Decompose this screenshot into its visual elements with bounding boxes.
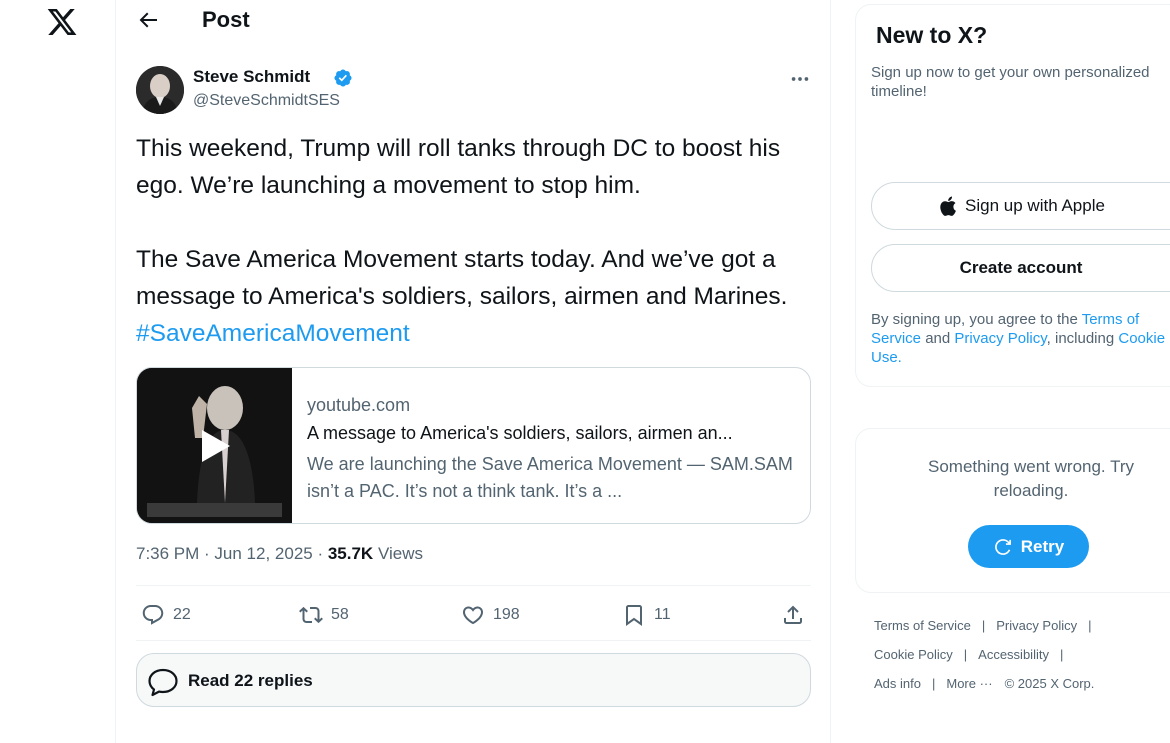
reply-button[interactable]: 22 (141, 600, 191, 630)
author-name[interactable]: Steve Schmidt (193, 67, 310, 87)
footer-row: Terms of Service | Privacy Policy | (874, 618, 1103, 633)
retry-label: Retry (1020, 536, 1065, 556)
footer-privacy-link[interactable]: Privacy Policy (996, 618, 1077, 633)
create-account-button[interactable]: Create account (871, 244, 1170, 292)
like-icon (462, 606, 484, 625)
tweet-actions: 22 58 198 11 (136, 600, 816, 632)
x-logo-icon[interactable] (46, 6, 78, 38)
privacy-link[interactable]: Privacy Policy (954, 330, 1046, 347)
legal-including: , including (1046, 330, 1119, 347)
card-domain: youtube.com (307, 395, 411, 415)
reply-icon (142, 605, 164, 625)
views-count: 35.7K (327, 544, 374, 563)
verified-badge-icon (334, 69, 352, 87)
share-button[interactable] (781, 600, 805, 630)
like-count: 198 (493, 606, 520, 623)
bookmark-count: 11 (654, 606, 671, 623)
read-replies-button[interactable]: Read 22 replies (136, 653, 811, 707)
apple-icon (940, 196, 956, 216)
tweet-meta: 7:36 PM · Jun 12, 2025 · 35.7K Views (136, 544, 423, 564)
footer-cookie-link[interactable]: Cookie Policy (874, 647, 953, 662)
footer-row: Cookie Policy | Accessibility | (874, 647, 1074, 662)
hashtag-link[interactable]: #SaveAmericaMovement (136, 320, 410, 347)
video-thumbnail[interactable] (137, 368, 292, 523)
share-icon (784, 605, 802, 624)
read-replies-label: Read 22 replies (188, 671, 313, 690)
page-title: Post (202, 7, 250, 32)
card-title: A message to America's soldiers, sailors… (307, 423, 733, 443)
signup-subtitle: Sign up now to get your own personalized… (871, 64, 1150, 100)
signup-apple-label: Sign up with Apple (965, 196, 1105, 215)
create-account-label: Create account (959, 258, 1083, 277)
legal-prefix: By signing up, you agree to the (871, 311, 1082, 328)
footer-separator: | (981, 618, 986, 633)
repost-count: 58 (331, 606, 349, 623)
signup-panel: New to X? Sign up now to get your own pe… (855, 4, 1170, 387)
link-preview-card[interactable]: youtube.com A message to America's soldi… (136, 367, 811, 524)
tweet-timestamp[interactable]: 7:36 PM · Jun 12, 2025 · (136, 544, 328, 563)
tweet-text: This weekend, Trump will roll tanks thro… (136, 130, 816, 352)
bookmark-button[interactable]: 11 (622, 600, 671, 630)
footer-row: Ads info | More ··· © 2025 X Corp. (874, 676, 1094, 691)
signup-legal-text: By signing up, you agree to the Terms of… (871, 310, 1170, 367)
reply-count: 22 (173, 606, 191, 623)
retry-icon (994, 538, 1011, 555)
footer-terms-link[interactable]: Terms of Service (874, 618, 971, 633)
footer-separator: | (1088, 618, 1092, 633)
footer-more-link[interactable]: More ··· (946, 676, 992, 691)
post-header: Post (116, 0, 830, 44)
footer-copyright: © 2025 X Corp. (1004, 676, 1095, 691)
play-icon[interactable] (198, 428, 232, 464)
back-arrow-icon[interactable] (136, 8, 160, 32)
divider (136, 640, 811, 641)
signup-apple-button[interactable]: Sign up with Apple (871, 182, 1170, 230)
card-description: We are launching the Save America Moveme… (307, 454, 793, 501)
legal-and: and (921, 330, 955, 347)
author-handle[interactable]: @SteveSchmidtSES (193, 92, 340, 110)
avatar[interactable] (136, 66, 184, 114)
tweet-paragraph-2: The Save America Movement starts today. … (136, 241, 816, 352)
footer-separator: | (931, 676, 936, 691)
bookmark-icon (626, 605, 642, 626)
like-button[interactable]: 198 (461, 600, 520, 630)
signup-title: New to X? (876, 22, 988, 48)
views-label: Views (373, 544, 423, 563)
divider (136, 585, 811, 586)
error-panel: Something went wrong. Try reloading. Ret… (855, 428, 1170, 593)
replies-bubble-icon (148, 668, 178, 697)
more-icon[interactable] (788, 68, 812, 90)
retry-button[interactable]: Retry (968, 525, 1089, 568)
repost-button[interactable]: 58 (299, 600, 349, 630)
tweet-paragraph-2-text: The Save America Movement starts today. … (136, 246, 788, 310)
tweet-paragraph-1: This weekend, Trump will roll tanks thro… (136, 135, 781, 199)
repost-icon (299, 606, 323, 624)
footer-accessibility-link[interactable]: Accessibility (978, 647, 1049, 662)
footer-separator: | (963, 647, 968, 662)
footer-ads-link[interactable]: Ads info (874, 676, 921, 691)
left-nav-rail (0, 0, 116, 743)
main-column: Post Steve Schmidt @SteveSchmidtSES This… (115, 0, 831, 743)
error-message: Something went wrong. Try reloading. (928, 457, 1134, 500)
footer-separator: | (1059, 647, 1064, 662)
